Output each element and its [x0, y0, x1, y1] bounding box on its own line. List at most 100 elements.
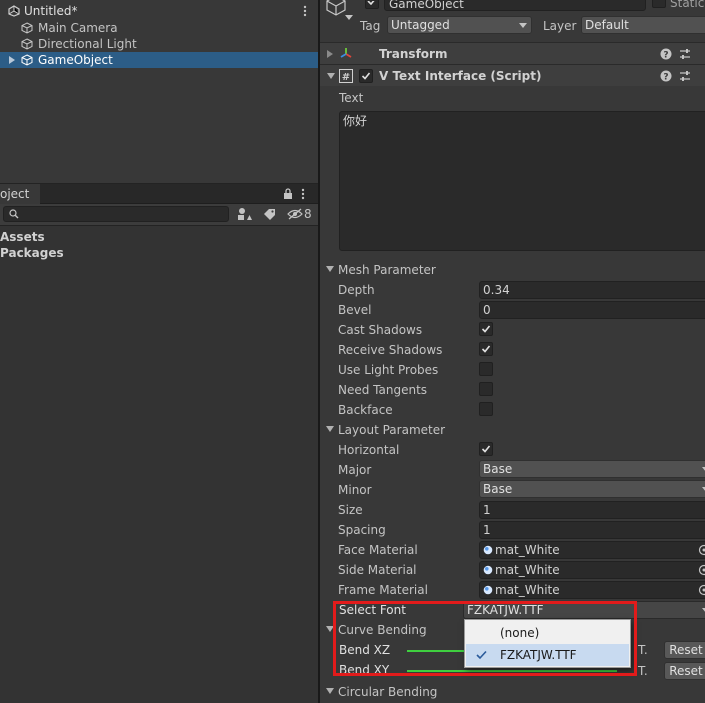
- tag-dropdown[interactable]: Untagged: [387, 16, 532, 34]
- layer-dropdown[interactable]: Default: [581, 16, 705, 34]
- layer-label: Layer: [543, 19, 577, 33]
- bevel-field[interactable]: 0: [479, 301, 705, 319]
- minor-dropdown[interactable]: Base: [479, 480, 705, 498]
- svg-text:#: #: [342, 72, 350, 83]
- mesh-parameter-header: Mesh Parameter: [338, 263, 436, 277]
- hierarchy-item-gameobject[interactable]: GameObject: [0, 52, 318, 68]
- tag-value: Untagged: [391, 18, 450, 32]
- depth-field[interactable]: 0.34: [479, 281, 705, 299]
- bend-xy-suffix: T.: [638, 664, 648, 678]
- side-material-field[interactable]: mat_White: [479, 561, 705, 579]
- hierarchy-panel: Untitled* Main Camera Directional Light …: [0, 0, 318, 183]
- foldout-arrow-down-icon: [326, 688, 334, 694]
- expand-arrow-icon[interactable]: [8, 56, 16, 64]
- more-options-icon[interactable]: [301, 188, 305, 200]
- backface-label: Backface: [338, 403, 393, 417]
- layer-value: Default: [585, 18, 629, 32]
- hidden-packages-icon[interactable]: [287, 208, 303, 220]
- major-dropdown[interactable]: Base: [479, 460, 705, 478]
- frame-material-label: Frame Material: [338, 583, 428, 597]
- frame-material-value: mat_White: [495, 583, 560, 597]
- text-textarea[interactable]: 你好: [339, 111, 705, 251]
- object-menu-arrow-icon[interactable]: [345, 15, 353, 21]
- face-material-field[interactable]: mat_White: [479, 541, 705, 559]
- horizontal-label: Horizontal: [338, 443, 400, 457]
- receive-shadows-label: Receive Shadows: [338, 343, 443, 357]
- tag-label: Tag: [360, 19, 381, 33]
- frame-material-field[interactable]: mat_White: [479, 581, 705, 599]
- csharp-script-icon: #: [339, 69, 353, 83]
- minor-label: Minor: [338, 483, 372, 497]
- material-sphere-icon: [483, 585, 493, 595]
- annotation-highlight-box: [333, 601, 637, 676]
- bend-xy-reset-button[interactable]: Reset: [664, 662, 705, 680]
- more-options-icon[interactable]: [303, 5, 307, 17]
- cast-shadows-checkbox[interactable]: [479, 322, 493, 336]
- lock-icon[interactable]: [283, 188, 293, 200]
- project-search-input[interactable]: [3, 206, 229, 222]
- checkmark-icon: [481, 444, 491, 454]
- hierarchy-item-main-camera[interactable]: Main Camera: [0, 20, 318, 36]
- need-tangents-checkbox[interactable]: [479, 382, 493, 396]
- hierarchy-item-directional-light[interactable]: Directional Light: [0, 36, 318, 52]
- foldout-arrow-down-icon[interactable]: [327, 73, 335, 79]
- checkmark-icon: [481, 324, 491, 334]
- help-icon[interactable]: ?: [660, 48, 672, 60]
- face-material-value: mat_White: [495, 543, 560, 557]
- spacing-field[interactable]: 1: [479, 521, 705, 539]
- gameobject-cube-icon: [21, 38, 33, 50]
- filter-by-label-icon[interactable]: [263, 208, 276, 220]
- tab-project[interactable]: oject: [0, 184, 40, 204]
- horizontal-checkbox[interactable]: [479, 442, 493, 456]
- project-root-packages[interactable]: Packages: [0, 245, 64, 261]
- use-light-probes-checkbox[interactable]: [479, 362, 493, 376]
- side-material-value: mat_White: [495, 563, 560, 577]
- depth-label: Depth: [338, 283, 375, 297]
- side-material-label: Side Material: [338, 563, 417, 577]
- object-picker-icon[interactable]: [698, 544, 705, 556]
- svg-text:?: ?: [663, 73, 668, 83]
- script-component-header[interactable]: # V Text Interface (Script) ?: [320, 64, 705, 86]
- foldout-arrow-down-icon: [326, 426, 334, 432]
- project-tab-bar: oject: [0, 184, 318, 204]
- checkmark-icon: [361, 71, 371, 81]
- svg-text:?: ?: [663, 51, 668, 61]
- backface-checkbox[interactable]: [479, 402, 493, 416]
- object-picker-icon[interactable]: [698, 584, 705, 596]
- hierarchy-scene-row[interactable]: Untitled*: [0, 3, 318, 19]
- use-light-probes-label: Use Light Probes: [338, 363, 439, 377]
- receive-shadows-checkbox[interactable]: [479, 342, 493, 356]
- foldout-arrow-right-icon[interactable]: [327, 50, 333, 58]
- spacing-label: Spacing: [338, 523, 386, 537]
- checkmark-icon: [367, 1, 377, 5]
- script-enabled-checkbox[interactable]: [359, 69, 373, 83]
- component-settings-icon[interactable]: [679, 70, 691, 82]
- major-label: Major: [338, 463, 372, 477]
- script-title: V Text Interface (Script): [379, 69, 542, 83]
- unity-scene-icon: [8, 5, 20, 17]
- gameobject-cube-icon: [21, 22, 33, 34]
- static-checkbox[interactable]: [652, 0, 666, 8]
- transform-component-header[interactable]: Transform ?: [320, 42, 705, 64]
- chevron-down-icon: [519, 23, 527, 28]
- filter-by-type-icon[interactable]: [237, 207, 253, 221]
- project-root-assets[interactable]: Assets: [0, 229, 45, 245]
- object-picker-icon[interactable]: [698, 564, 705, 576]
- size-label: Size: [338, 503, 363, 517]
- component-settings-icon[interactable]: [679, 48, 691, 60]
- static-label: Static: [670, 0, 705, 10]
- cast-shadows-label: Cast Shadows: [338, 323, 423, 337]
- face-material-label: Face Material: [338, 543, 418, 557]
- object-active-checkbox[interactable]: [365, 0, 379, 9]
- help-icon[interactable]: ?: [660, 70, 672, 82]
- need-tangents-label: Need Tangents: [338, 383, 428, 397]
- object-name-field[interactable]: GameObject: [384, 0, 646, 11]
- transform-title: Transform: [379, 47, 448, 61]
- project-toolbar: 8: [0, 204, 318, 226]
- gameobject-large-icon: [326, 0, 346, 16]
- bend-xz-reset-button[interactable]: Reset: [664, 641, 705, 659]
- foldout-arrow-down-icon: [326, 266, 334, 272]
- size-field[interactable]: 1: [479, 501, 705, 519]
- major-value: Base: [483, 462, 513, 476]
- hierarchy-item-label: Main Camera: [38, 21, 118, 35]
